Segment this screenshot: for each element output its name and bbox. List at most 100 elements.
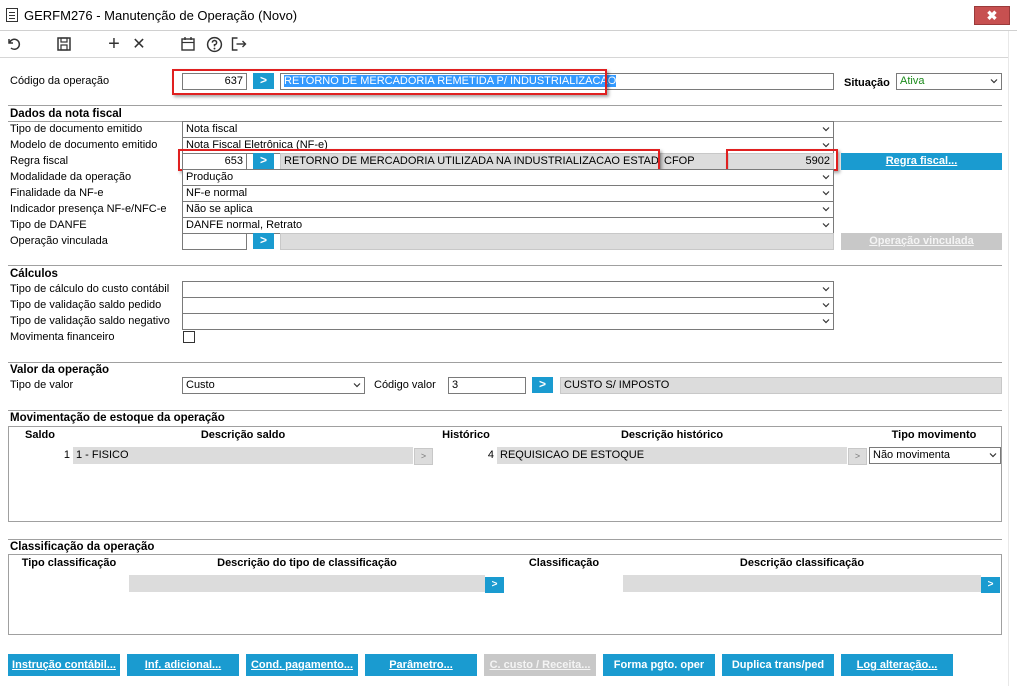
- value-code-description: CUSTO S/ IMPOSTO: [560, 377, 1002, 394]
- negative-balance-validation-select[interactable]: [182, 313, 834, 330]
- grid-header-history: Histórico: [442, 429, 490, 441]
- cost-calc-label: Tipo de cálculo do custo contábil: [10, 283, 170, 295]
- grid-header-history-description: Descrição histórico: [620, 429, 724, 441]
- chevron-down-icon: [822, 127, 830, 132]
- moves-financial-checkbox[interactable]: [183, 331, 195, 343]
- save-icon[interactable]: [54, 34, 74, 54]
- operation-value-section-title: Valor da operação: [10, 364, 110, 376]
- operation-code-label: Código da operação: [10, 75, 110, 87]
- grid-header-saldo: Saldo: [25, 429, 55, 441]
- presence-indicator-label: Indicador presença NF-e/NFC-e: [10, 203, 167, 215]
- linked-operation-button[interactable]: Operação vinculada: [841, 233, 1002, 250]
- chevron-down-icon: [989, 453, 997, 458]
- nfe-purpose-label: Finalidade da NF-e: [10, 187, 104, 199]
- calculations-section-title: Cálculos: [10, 268, 58, 280]
- grid-header-classification: Classificação: [528, 557, 600, 569]
- doc-type-value: Nota fiscal: [186, 123, 238, 135]
- value-type-label: Tipo de valor: [10, 379, 74, 391]
- window-title: GERFM276 - Manutenção de Operação (Novo): [24, 8, 298, 23]
- presence-indicator-select[interactable]: Não se aplica: [182, 201, 834, 218]
- value-type-select[interactable]: Custo: [182, 377, 365, 394]
- stock-movement-grid: Saldo Descrição saldo Histórico Descriçã…: [8, 426, 1002, 522]
- classification-grid: Tipo classificação Descrição do tipo de …: [8, 554, 1002, 635]
- saldo-lookup-button[interactable]: >: [414, 448, 433, 465]
- chevron-down-icon: [822, 191, 830, 196]
- row-classification-description: [623, 575, 981, 592]
- doc-model-label: Modelo de documento emitido: [10, 139, 158, 151]
- linked-operation-lookup-button[interactable]: >: [253, 233, 274, 249]
- situation-select[interactable]: Ativa: [896, 73, 1002, 90]
- presence-indicator-value: Não se aplica: [186, 203, 253, 215]
- cancel-icon[interactable]: ✕: [129, 34, 149, 54]
- title-bar: GERFM276 - Manutenção de Operação (Novo)…: [0, 0, 1017, 31]
- classification-lookup-button[interactable]: >: [981, 577, 1000, 593]
- doc-type-label: Tipo de documento emitido: [10, 123, 143, 135]
- moves-financial-label: Movimenta financeiro: [10, 331, 115, 343]
- duplicate-transaction-button[interactable]: Duplica trans/ped: [722, 654, 834, 676]
- add-icon[interactable]: +: [104, 33, 124, 55]
- negative-balance-validation-label: Tipo de validação saldo negativo: [10, 315, 170, 327]
- chevron-down-icon: [822, 287, 830, 292]
- highlight-box-tax-rule: [178, 149, 660, 171]
- linked-operation-input[interactable]: [182, 233, 247, 250]
- grid-header-movement-type: Tipo movimento: [891, 429, 977, 441]
- section-divider: [8, 410, 1002, 411]
- classification-section-title: Classificação da operação: [10, 541, 155, 553]
- nfe-purpose-select[interactable]: NF-e normal: [182, 185, 834, 202]
- highlight-box-cfop: [726, 149, 838, 171]
- cost-calc-select[interactable]: [182, 281, 834, 298]
- chevron-down-icon: [822, 143, 830, 148]
- danfe-type-value: DANFE normal, Retrato: [186, 219, 303, 231]
- chevron-down-icon: [990, 79, 998, 84]
- exit-icon[interactable]: [228, 34, 248, 54]
- order-balance-validation-label: Tipo de validação saldo pedido: [10, 299, 162, 311]
- row-classification-type-description: [129, 575, 485, 592]
- movement-type-select[interactable]: Não movimenta: [869, 447, 1001, 464]
- danfe-type-select[interactable]: DANFE normal, Retrato: [182, 217, 834, 234]
- payment-form-button[interactable]: Forma pgto. oper: [603, 654, 715, 676]
- row-history-description: REQUISICAO DE ESTOQUE: [497, 447, 847, 464]
- invoice-data-section-title: Dados da nota fiscal: [10, 108, 122, 120]
- app-document-icon: [6, 8, 18, 22]
- value-code-lookup-button[interactable]: >: [532, 377, 553, 393]
- linked-operation-description: [280, 233, 834, 250]
- payment-condition-button[interactable]: Cond. pagamento...: [246, 654, 358, 676]
- operation-mode-value: Produção: [186, 171, 234, 183]
- chevron-down-icon: [822, 319, 830, 324]
- chevron-down-icon: [353, 383, 361, 388]
- cfop-label: CFOP: [660, 153, 728, 170]
- change-log-button[interactable]: Log alteração...: [841, 654, 953, 676]
- additional-info-button[interactable]: Inf. adicional...: [127, 654, 239, 676]
- chevron-down-icon: [822, 175, 830, 180]
- stock-movement-section-title: Movimentação de estoque da operação: [10, 412, 225, 424]
- section-divider: [8, 105, 1002, 106]
- history-lookup-button[interactable]: >: [848, 448, 867, 465]
- grid-header-classification-description: Descrição classificação: [739, 557, 865, 569]
- close-button[interactable]: ✖: [974, 6, 1010, 25]
- operation-mode-select[interactable]: Produção: [182, 169, 834, 186]
- grid-header-classification-type: Tipo classificação: [21, 557, 117, 569]
- value-code-input[interactable]: 3: [448, 377, 526, 394]
- accounting-instruction-button[interactable]: Instrução contábil...: [8, 654, 120, 676]
- classification-type-lookup-button[interactable]: >: [485, 577, 504, 593]
- tax-rule-label: Regra fiscal: [10, 155, 69, 167]
- grid-header-classification-type-description: Descrição do tipo de classificação: [217, 557, 397, 569]
- cost-center-button[interactable]: C. custo / Receita...: [484, 654, 596, 676]
- value-code-label: Código valor: [374, 379, 436, 391]
- section-divider: [8, 265, 1002, 266]
- toolbar: + ✕: [0, 31, 1017, 58]
- parameter-button[interactable]: Parâmetro...: [365, 654, 477, 676]
- movement-type-value: Não movimenta: [873, 449, 951, 461]
- order-balance-validation-select[interactable]: [182, 297, 834, 314]
- section-divider: [8, 362, 1002, 363]
- doc-type-select[interactable]: Nota fiscal: [182, 121, 834, 138]
- chevron-down-icon: [822, 303, 830, 308]
- undo-icon[interactable]: [4, 34, 24, 54]
- row-history: 4: [487, 449, 494, 461]
- chevron-down-icon: [822, 207, 830, 212]
- tax-rule-button[interactable]: Regra fiscal...: [841, 153, 1002, 170]
- calendar-icon[interactable]: [178, 34, 198, 54]
- help-icon[interactable]: [204, 34, 224, 54]
- situation-value: Ativa: [900, 75, 925, 87]
- grid-header-saldo-description: Descrição saldo: [200, 429, 286, 441]
